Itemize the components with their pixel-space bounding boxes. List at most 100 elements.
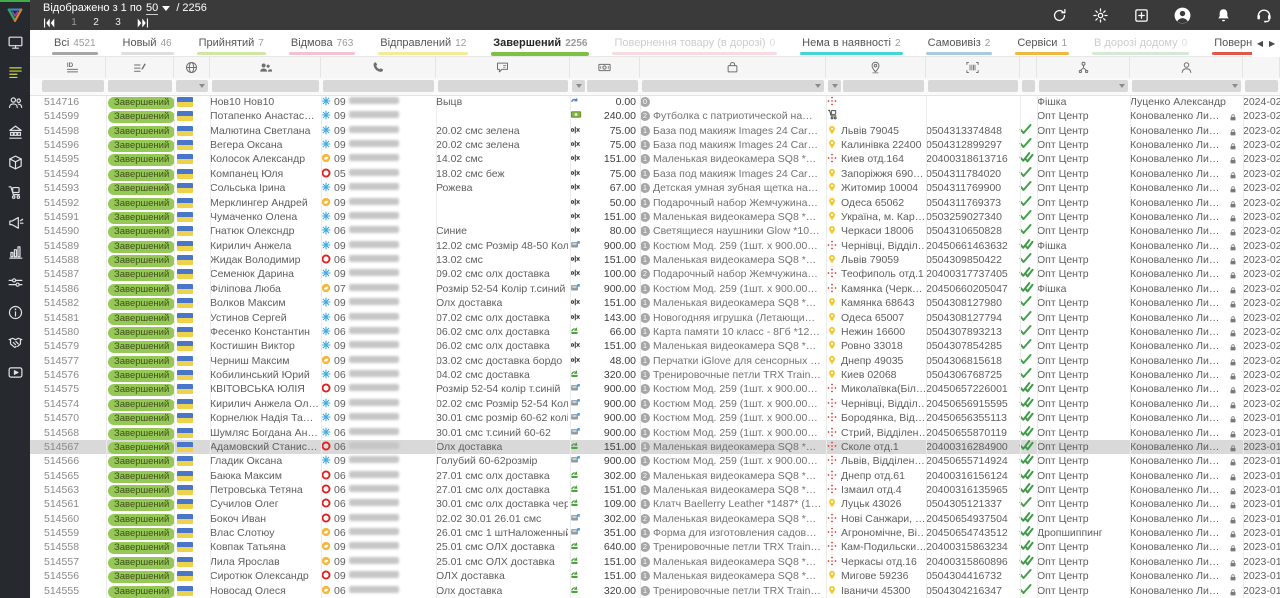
column-header-confirmation[interactable] — [1020, 57, 1037, 78]
table-row[interactable]: 514561ЗавершенийСучилов Олег0630.01 смс … — [30, 497, 1280, 511]
table-row[interactable]: 514556ЗавершенийСиротюк Олександр09ОЛХ д… — [30, 569, 1280, 583]
filter-payment-dropdown[interactable] — [572, 80, 585, 92]
column-header-payment[interactable] — [570, 57, 640, 78]
filter-products-input[interactable] — [642, 80, 824, 92]
sidebar-item-partners[interactable] — [0, 330, 30, 360]
table-row[interactable]: 514563ЗавершенийПетровська Тетяна0627.01… — [30, 483, 1280, 497]
table-row[interactable]: 514560ЗавершенийБокоч Иван0902.02 30.01 … — [30, 512, 1280, 526]
table-row[interactable]: 514558ЗавершенийКовпак Татьяна0925.01 см… — [30, 540, 1280, 554]
column-header-id[interactable]: ID — [40, 57, 106, 78]
support-button[interactable] — [1254, 5, 1274, 25]
table-row[interactable]: 514587ЗавершенийСеменюк Дарина0909.02 см… — [30, 267, 1280, 281]
table-row[interactable]: 514555ЗавершенийНовосад Олеся06Олх доста… — [30, 584, 1280, 598]
gear-button[interactable] — [1090, 5, 1110, 25]
sidebar-item-info[interactable] — [0, 300, 30, 330]
table-row[interactable]: 514716ЗавершенийНов10 Нов1009Выцв0.000Фі… — [30, 95, 1280, 109]
column-header-delivery-address[interactable] — [826, 57, 926, 78]
column-header-sales-channel[interactable] — [1037, 57, 1130, 78]
table-row[interactable]: 514575ЗавершенийКВІТОВСЬКА ЮЛІЯ09Розмір … — [30, 382, 1280, 396]
filter-tracking-input[interactable] — [928, 80, 1018, 92]
table-row[interactable]: 514570ЗавершенийКорнелюк Надія Та…0930.0… — [30, 411, 1280, 425]
sidebar-item-marketing[interactable] — [0, 210, 30, 240]
sidebar-item-purchases[interactable] — [0, 180, 30, 210]
tab-9[interactable]: Самовивіз2 — [928, 30, 991, 57]
tab-8[interactable]: Нема в наявності2 — [802, 30, 900, 57]
table-row[interactable]: 514582ЗавершенийВолков Максим09Олх доста… — [30, 296, 1280, 310]
tab-11[interactable]: В дорозі додому0 — [1094, 30, 1187, 57]
column-header-country[interactable] — [174, 57, 210, 78]
column-header-phone[interactable] — [321, 57, 436, 78]
filter-id-input[interactable] — [42, 80, 104, 92]
table-row[interactable]: 514588ЗавершенийЖидак Володимир0613.02 с… — [30, 253, 1280, 267]
column-header-products[interactable] — [640, 57, 826, 78]
table-row[interactable]: 514557ЗавершенийЛила Ярослав0925.01 смс … — [30, 555, 1280, 569]
refresh-button[interactable] — [1049, 5, 1069, 25]
column-header-comment[interactable] — [436, 57, 570, 78]
table-row[interactable]: 514580ЗавершенийФесенко Константин0606.0… — [30, 325, 1280, 339]
tab-1[interactable]: Всі4521 — [54, 30, 96, 57]
table-row[interactable]: 514567ЗавершенийАдамовский Станис…06Олх … — [30, 440, 1280, 454]
tab-scroll-right-icon[interactable]: ▶ — [1269, 40, 1275, 48]
avatar-button[interactable] — [1172, 5, 1192, 25]
filter-confirmation-input[interactable] — [1022, 80, 1035, 92]
sidebar-item-stats[interactable] — [0, 240, 30, 270]
table-row[interactable]: 514568ЗавершенийШумляс Богдана Ан…0630.0… — [30, 426, 1280, 440]
table-row[interactable]: 514592ЗавершенийМерклингер Андрей0950.00… — [30, 196, 1280, 210]
first-page-button[interactable] — [43, 18, 56, 28]
column-header-manager[interactable] — [1130, 57, 1243, 78]
filter-comment-input[interactable] — [438, 80, 568, 92]
table-row[interactable]: 514576ЗавершенийКобилинський Юрий0604.02… — [30, 368, 1280, 382]
filter-payment-input[interactable] — [587, 80, 638, 92]
table-row[interactable]: 514559ЗавершенийВлас Слотюу0626.01 смс 1… — [30, 526, 1280, 540]
bell-button[interactable] — [1213, 5, 1233, 25]
table-row[interactable]: 514596ЗавершенийВегера Оксана0920.02 смс… — [30, 138, 1280, 152]
table-row[interactable]: 514593ЗавершенийСольська Ірина09Рожева67… — [30, 181, 1280, 195]
sidebar-item-company[interactable] — [0, 120, 30, 150]
column-header-date[interactable] — [1243, 57, 1280, 78]
sidebar-item-integrations[interactable] — [0, 270, 30, 300]
filter-manager-input[interactable] — [1132, 80, 1241, 92]
page-number-3[interactable]: 3 — [114, 17, 122, 28]
tab-2[interactable]: Новый46 — [123, 30, 172, 57]
sidebar-item-tutorials[interactable] — [0, 360, 30, 390]
table-row[interactable]: 514599ЗавершенийПотапенко Анастас…09240.… — [30, 109, 1280, 123]
tab-10[interactable]: Сервіси1 — [1017, 30, 1067, 57]
add-button[interactable] — [1131, 5, 1151, 25]
column-header-status[interactable] — [106, 57, 174, 78]
page-number-1[interactable]: 1 — [70, 17, 78, 28]
table-row[interactable]: 514586ЗавершенийФіліпова Люба07Розмір 52… — [30, 282, 1280, 296]
table-row[interactable]: 514598ЗавершенийМалютина Светлана0920.02… — [30, 124, 1280, 138]
tab-7[interactable]: Повернення товару (в дорозі)0 — [614, 30, 775, 57]
filter-date-input[interactable] — [1245, 80, 1278, 92]
filter-delivery-address-dropdown[interactable] — [828, 80, 841, 92]
table-row[interactable]: 514565ЗавершенийБаюка Максим0627.01 смс … — [30, 469, 1280, 483]
page-number-2[interactable]: 2 — [92, 17, 100, 28]
tab-scroll-left-icon[interactable]: ◀ — [1257, 40, 1263, 48]
tab-3[interactable]: Прийнятий7 — [199, 30, 264, 57]
sidebar-item-clients[interactable] — [0, 90, 30, 120]
table-row[interactable]: 514581ЗавершенийУстинов Сергей0607.02 см… — [30, 311, 1280, 325]
filter-delivery-address-input[interactable] — [843, 80, 924, 92]
table-row[interactable]: 514591ЗавершенийЧумаченко Олена09151.001… — [30, 210, 1280, 224]
app-logo-icon[interactable] — [0, 0, 30, 30]
table-row[interactable]: 514579ЗавершенийКостишин Виктор0906.02 с… — [30, 339, 1280, 353]
table-row[interactable]: 514566ЗавершенийГладик Оксана09Голубий 6… — [30, 454, 1280, 468]
per-page-select[interactable]: 50 — [146, 2, 158, 15]
last-page-button[interactable] — [136, 18, 149, 28]
filter-phone-input[interactable] — [323, 80, 434, 92]
table-row[interactable]: 514590ЗавершенийГнатюк Олексндр06Синие80… — [30, 224, 1280, 238]
table-row[interactable]: 514595ЗавершенийКолосок Александр0914.02… — [30, 152, 1280, 166]
column-header-tracking[interactable] — [926, 57, 1020, 78]
table-row[interactable]: 514577ЗавершенийЧерниш Максим0903.02 смс… — [30, 354, 1280, 368]
filter-sales-channel-input[interactable] — [1039, 80, 1128, 92]
sidebar-item-products[interactable] — [0, 150, 30, 180]
table-row[interactable]: 514589ЗавершенийКирилич Анжела0912.02 см… — [30, 239, 1280, 253]
filter-status-input[interactable] — [108, 80, 172, 92]
tab-6[interactable]: Завершений2256 — [493, 30, 587, 57]
table-row[interactable]: 514594ЗавершенийКомпанец Юля0518.02 смс … — [30, 167, 1280, 181]
tab-5[interactable]: Відправлений12 — [380, 30, 466, 57]
table-row[interactable]: 514574ЗавершенийКирилич Анжела Ол…0902.0… — [30, 397, 1280, 411]
tab-4[interactable]: Відмова763 — [291, 30, 353, 57]
filter-client-input[interactable] — [212, 80, 319, 92]
filter-country-input[interactable] — [176, 80, 208, 92]
